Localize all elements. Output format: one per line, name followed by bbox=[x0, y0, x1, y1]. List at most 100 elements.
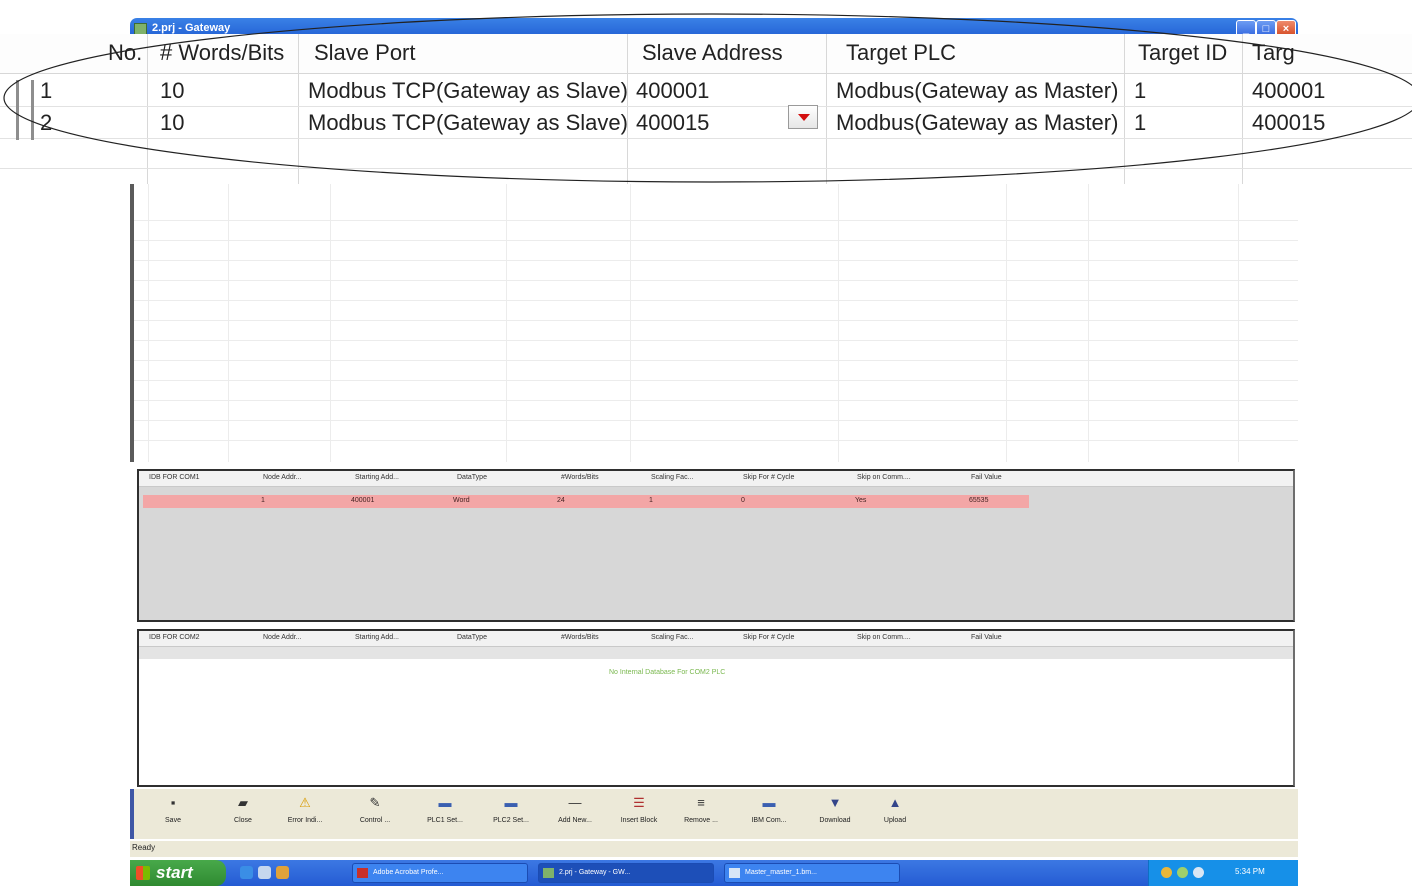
cell-target-address[interactable]: 400001 bbox=[1252, 78, 1325, 104]
cell-target-plc[interactable]: Modbus(Gateway as Master) bbox=[836, 78, 1118, 104]
network-icon[interactable] bbox=[1177, 867, 1188, 878]
col-header-node-addr[interactable]: Node Addr... bbox=[263, 474, 302, 481]
cell-slave-port[interactable]: Modbus TCP(Gateway as Slave) bbox=[308, 110, 628, 136]
col-header-slave-port[interactable]: Slave Port bbox=[314, 40, 416, 66]
system-tray: 5:34 PM bbox=[1148, 860, 1298, 886]
task-label: 2.prj - Gateway - GW... bbox=[559, 869, 631, 876]
col-header-skip-cycle[interactable]: Skip For # Cycle bbox=[743, 634, 794, 641]
grid-line bbox=[134, 220, 1298, 221]
cell-node-addr[interactable]: 1 bbox=[261, 497, 265, 504]
empty-row-band bbox=[139, 647, 1293, 659]
taskbar-item-gateway[interactable]: 2.prj - Gateway - GW... bbox=[538, 863, 714, 883]
cell-target-id[interactable]: 1 bbox=[1134, 78, 1146, 104]
cell-words[interactable]: 24 bbox=[557, 497, 565, 504]
col-header-starting-addr[interactable]: Starting Add... bbox=[355, 634, 399, 641]
mapping-grid-empty-area[interactable] bbox=[130, 184, 1298, 462]
cell-no[interactable]: 1 bbox=[40, 78, 52, 104]
grid-line bbox=[134, 280, 1298, 281]
button-label: Remove ... bbox=[684, 817, 718, 824]
upload-icon: ▲ bbox=[888, 795, 902, 810]
cell-no[interactable]: 2 bbox=[40, 110, 52, 136]
taskbar-item-master[interactable]: Master_master_1.bm... bbox=[724, 863, 900, 883]
button-label: Error Indi... bbox=[287, 817, 323, 824]
cell-slave-port[interactable]: Modbus TCP(Gateway as Slave) bbox=[308, 78, 628, 104]
windows-flag-icon bbox=[136, 866, 150, 880]
table-row[interactable]: 2 10 Modbus TCP(Gateway as Slave) 400015… bbox=[0, 108, 1412, 140]
upload-button[interactable]: ▲ Upload bbox=[868, 795, 922, 824]
remove-icon: ≡ bbox=[697, 795, 705, 810]
error-indication-button[interactable]: ⚠ Error Indi... bbox=[278, 795, 332, 824]
folder-icon: ▰ bbox=[238, 795, 248, 810]
add-new-button[interactable]: — Add New... bbox=[548, 795, 602, 824]
cell-slave-address[interactable]: 400015 bbox=[636, 110, 709, 136]
col-header-skip-comm[interactable]: Skip on Comm.... bbox=[857, 474, 911, 481]
col-header-target-id[interactable]: Target ID bbox=[1138, 40, 1227, 66]
wrench-icon: ✎ bbox=[369, 795, 381, 810]
idb-com1-panel: IDB FOR COM1 Node Addr... Starting Add..… bbox=[137, 469, 1295, 622]
cell-words[interactable]: 10 bbox=[160, 110, 184, 136]
col-header-skip-comm[interactable]: Skip on Comm.... bbox=[857, 634, 911, 641]
ibm-comm-button[interactable]: ▬ IBM Com... bbox=[742, 795, 796, 824]
grid-header: No. # Words/Bits Slave Port Slave Addres… bbox=[0, 34, 1412, 74]
col-header-node-addr[interactable]: Node Addr... bbox=[263, 634, 302, 641]
grid-line bbox=[134, 400, 1298, 401]
cell-slave-address[interactable]: 400001 bbox=[636, 78, 709, 104]
remove-button[interactable]: ≡ Remove ... bbox=[674, 795, 728, 824]
col-header-datatype[interactable]: DataType bbox=[457, 634, 487, 641]
cell-scaling[interactable]: 1 bbox=[649, 497, 653, 504]
col-header-fail-value[interactable]: Fail Value bbox=[971, 474, 1002, 481]
col-header-idb[interactable]: IDB FOR COM1 bbox=[149, 474, 200, 481]
button-label: Upload bbox=[883, 817, 907, 824]
download-icon: ▼ bbox=[828, 795, 842, 810]
button-label: PLC1 Set... bbox=[427, 817, 463, 824]
col-header-starting-addr[interactable]: Starting Add... bbox=[355, 474, 399, 481]
save-button[interactable]: ▪ Save bbox=[146, 795, 200, 824]
grid-line bbox=[134, 340, 1298, 341]
volume-icon[interactable] bbox=[1193, 867, 1204, 878]
ie-quicklaunch-icon[interactable] bbox=[240, 866, 253, 879]
col-header-words[interactable]: # Words/Bits bbox=[160, 40, 284, 66]
col-header-words[interactable]: #Words/Bits bbox=[561, 474, 599, 481]
taskbar-item-acrobat[interactable]: Adobe Acrobat Profe... bbox=[352, 863, 528, 883]
cell-words[interactable]: 10 bbox=[160, 78, 184, 104]
col-header-target-address[interactable]: Targ bbox=[1252, 40, 1295, 66]
table-row[interactable]: 1 400001 Word 24 1 0 Yes 65535 bbox=[143, 495, 1029, 508]
table-row[interactable]: 1 10 Modbus TCP(Gateway as Slave) 400001… bbox=[0, 76, 1412, 108]
tray-icon[interactable] bbox=[1161, 867, 1172, 878]
plc2-settings-button[interactable]: ▬ PLC2 Set... bbox=[484, 795, 538, 824]
plc1-settings-button[interactable]: ▬ PLC1 Set... bbox=[418, 795, 472, 824]
control-button[interactable]: ✎ Control ... bbox=[348, 795, 402, 824]
insert-block-icon: ☰ bbox=[633, 795, 645, 810]
cell-target-id[interactable]: 1 bbox=[1134, 110, 1146, 136]
cell-datatype[interactable]: Word bbox=[453, 497, 470, 504]
cell-target-address[interactable]: 400015 bbox=[1252, 110, 1325, 136]
warning-icon: ⚠ bbox=[299, 795, 311, 810]
cell-target-plc[interactable]: Modbus(Gateway as Master) bbox=[836, 110, 1118, 136]
button-label: Download bbox=[819, 817, 851, 824]
close-project-button[interactable]: ▰ Close bbox=[216, 795, 270, 824]
cell-starting-addr[interactable]: 400001 bbox=[351, 497, 374, 504]
col-header-skip-cycle[interactable]: Skip For # Cycle bbox=[743, 474, 794, 481]
col-header-fail-value[interactable]: Fail Value bbox=[971, 634, 1002, 641]
col-header-slave-address[interactable]: Slave Address bbox=[642, 40, 783, 66]
col-header-scaling[interactable]: Scaling Fac... bbox=[651, 634, 693, 641]
col-header-scaling[interactable]: Scaling Fac... bbox=[651, 474, 693, 481]
grid-line bbox=[134, 320, 1298, 321]
insert-block-button[interactable]: ☰ Insert Block bbox=[612, 795, 666, 824]
cell-skip-cycle[interactable]: 0 bbox=[741, 497, 745, 504]
col-header-datatype[interactable]: DataType bbox=[457, 474, 487, 481]
col-header-target-plc[interactable]: Target PLC bbox=[846, 40, 956, 66]
desktop-quicklaunch-icon[interactable] bbox=[258, 866, 271, 879]
start-label: start bbox=[156, 863, 193, 882]
download-button[interactable]: ▼ Download bbox=[808, 795, 862, 824]
col-header-idb[interactable]: IDB FOR COM2 bbox=[149, 634, 200, 641]
grid-line bbox=[134, 360, 1298, 361]
acrobat-icon bbox=[357, 868, 368, 878]
cell-fail-value[interactable]: 65535 bbox=[969, 497, 988, 504]
slave-address-dropdown-button[interactable] bbox=[788, 105, 818, 129]
cell-skip-comm[interactable]: Yes bbox=[855, 497, 866, 504]
media-quicklaunch-icon[interactable] bbox=[276, 866, 289, 879]
start-button[interactable]: start bbox=[130, 860, 226, 886]
col-header-no[interactable]: No. bbox=[108, 40, 142, 66]
col-header-words[interactable]: #Words/Bits bbox=[561, 634, 599, 641]
